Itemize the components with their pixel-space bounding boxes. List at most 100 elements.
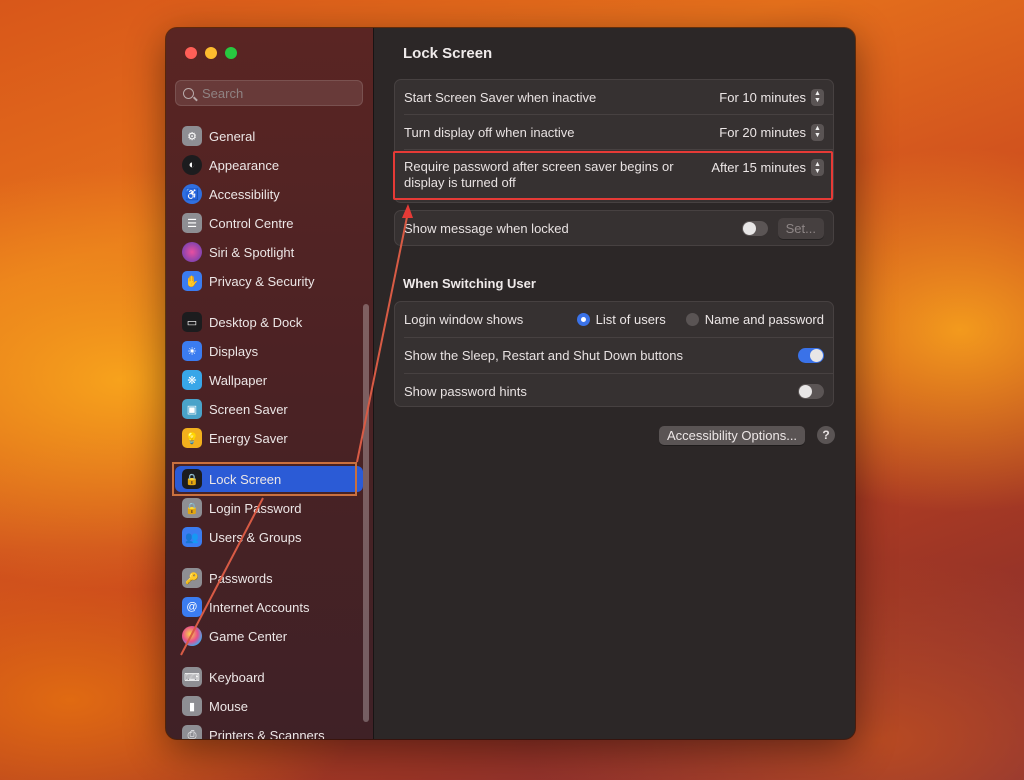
accessibility-options-button[interactable]: Accessibility Options... xyxy=(659,426,806,445)
sidebar-item-label: Mouse xyxy=(209,698,249,714)
sidebar-item-label: Login Password xyxy=(209,500,302,516)
sidebar-item-label: Screen Saver xyxy=(209,401,288,417)
users-icon: 👥 xyxy=(182,527,202,547)
sidebar-item-passwords[interactable]: 🔑 Passwords xyxy=(175,565,363,591)
setting-label: Turn display off when inactive xyxy=(404,124,575,140)
lock-icon: 🔒 xyxy=(182,498,202,518)
chevron-updown-icon: ▲ ▼ xyxy=(811,159,824,176)
sidebar-item-energy-saver[interactable]: 💡 Energy Saver xyxy=(175,425,363,451)
setting-label: Show message when locked xyxy=(404,220,569,236)
sidebar-item-label: Users & Groups xyxy=(209,529,302,545)
sidebar-item-game-center[interactable]: Game Center xyxy=(175,623,363,649)
sidebar-item-mouse[interactable]: ▮ Mouse xyxy=(175,693,363,719)
sidebar-item-printers-scanners[interactable]: ⎙ Printers & Scanners xyxy=(175,722,363,739)
key-icon: 🔑 xyxy=(182,568,202,588)
search-input[interactable] xyxy=(202,85,352,101)
sidebar-item-displays[interactable]: ☀ Displays xyxy=(175,338,363,364)
settings-window: ⚙ General ◐ Appearance ♿ Accessibility ☰… xyxy=(166,28,855,739)
hints-toggle-wrap xyxy=(798,383,824,399)
lock-screen-icon: 🔒 xyxy=(182,469,202,489)
sidebar-item-privacy-security[interactable]: ✋ Privacy & Security xyxy=(175,268,363,294)
help-button[interactable]: ? xyxy=(817,426,835,444)
radio-label: List of users xyxy=(595,312,666,327)
sidebar-item-accessibility[interactable]: ♿ Accessibility xyxy=(175,181,363,207)
sun-icon: ☀ xyxy=(182,341,202,361)
display-off-popup[interactable]: For 20 minutes ▲ ▼ xyxy=(719,123,824,141)
popup-value: For 10 minutes xyxy=(719,89,806,105)
gear-icon: ⚙ xyxy=(182,126,202,146)
sidebar-item-label: Game Center xyxy=(209,628,288,644)
radio-label: Name and password xyxy=(704,312,824,327)
radio-name-and-password[interactable] xyxy=(685,313,699,326)
password-hints-toggle[interactable] xyxy=(798,383,824,399)
search-field[interactable] xyxy=(175,80,363,106)
search-icon xyxy=(183,87,194,99)
popup-value: For 20 minutes xyxy=(719,124,806,140)
sidebar-item-label: Keyboard xyxy=(209,669,265,685)
setting-row-screen-saver: Start Screen Saver when inactive For 10 … xyxy=(395,80,833,114)
section-title: When Switching User xyxy=(403,276,536,291)
window-controls xyxy=(185,47,237,59)
login-window-options: List of users Name and password xyxy=(576,312,824,327)
sidebar-item-general[interactable]: ⚙ General xyxy=(175,123,363,149)
setting-row-sleep-buttons: Show the Sleep, Restart and Shut Down bu… xyxy=(395,338,833,373)
setting-label: Show the Sleep, Restart and Shut Down bu… xyxy=(404,348,683,363)
sidebar-item-internet-accounts[interactable]: @ Internet Accounts xyxy=(175,594,363,620)
setting-label: Login window shows xyxy=(404,312,524,327)
chevron-updown-icon: ▲ ▼ xyxy=(811,123,824,141)
wallpaper-icon: ❋ xyxy=(182,370,202,390)
sidebar-item-keyboard[interactable]: ⌨ Keyboard xyxy=(175,664,363,690)
bulb-icon: 💡 xyxy=(182,428,202,448)
sleep-toggle-wrap xyxy=(798,348,824,363)
sidebar-item-label: Siri & Spotlight xyxy=(209,244,295,260)
lock-settings-group: Start Screen Saver when inactive For 10 … xyxy=(394,79,834,203)
main-pane: Lock Screen Start Screen Saver when inac… xyxy=(374,28,855,739)
hand-icon: ✋ xyxy=(182,271,202,291)
sleep-buttons-toggle[interactable] xyxy=(798,348,824,363)
message-toggle[interactable] xyxy=(741,220,768,236)
accessibility-icon: ♿ xyxy=(182,184,202,204)
sidebar-item-label: Energy Saver xyxy=(209,430,288,446)
sidebar-item-screen-saver[interactable]: ▣ Screen Saver xyxy=(175,396,363,422)
appearance-icon: ◐ xyxy=(182,155,202,175)
setting-row-login-window: Login window shows List of users Name an… xyxy=(395,302,833,337)
setting-row-message: Show message when locked Set... xyxy=(395,211,833,245)
mouse-icon: ▮ xyxy=(182,696,202,716)
screen-saver-popup[interactable]: For 10 minutes ▲ ▼ xyxy=(719,88,824,106)
sidebar-item-label: Appearance xyxy=(209,157,280,173)
require-password-popup[interactable]: After 15 minutes ▲ ▼ xyxy=(711,159,824,176)
sidebar-item-users-groups[interactable]: 👥 Users & Groups xyxy=(175,524,363,550)
keyboard-icon: ⌨ xyxy=(182,667,202,687)
sidebar-item-wallpaper[interactable]: ❋ Wallpaper xyxy=(175,367,363,393)
minimize-window-button[interactable] xyxy=(205,47,217,59)
radio-list-of-users[interactable] xyxy=(576,313,590,326)
sidebar-item-siri-spotlight[interactable]: Siri & Spotlight xyxy=(175,239,363,265)
zoom-window-button[interactable] xyxy=(225,47,237,59)
set-message-button[interactable]: Set... xyxy=(777,217,824,239)
chevron-updown-icon: ▲ ▼ xyxy=(811,88,824,106)
sidebar-item-label: Lock Screen xyxy=(209,471,282,487)
close-window-button[interactable] xyxy=(185,47,197,59)
sidebar-item-appearance[interactable]: ◐ Appearance xyxy=(175,152,363,178)
message-controls: Set... xyxy=(741,217,824,239)
sidebar-item-label: Passwords xyxy=(209,570,273,586)
setting-row-display-off: Turn display off when inactive For 20 mi… xyxy=(395,115,833,149)
sidebar-item-label: Displays xyxy=(209,343,259,359)
sidebar-item-label: General xyxy=(209,128,256,144)
at-icon: @ xyxy=(182,597,202,617)
sidebar-item-label: Printers & Scanners xyxy=(209,727,325,740)
sidebar-item-label: Desktop & Dock xyxy=(209,314,303,330)
sidebar-item-login-password[interactable]: 🔒 Login Password xyxy=(175,495,363,521)
page-title: Lock Screen xyxy=(403,45,493,62)
setting-label: Require password after screen saver begi… xyxy=(404,159,674,190)
sidebar-item-control-centre[interactable]: ☰ Control Centre xyxy=(175,210,363,236)
screen-saver-icon: ▣ xyxy=(182,399,202,419)
setting-label: Start Screen Saver when inactive xyxy=(404,89,597,105)
sidebar-item-desktop-dock[interactable]: ▭ Desktop & Dock xyxy=(175,309,363,335)
popup-value: After 15 minutes xyxy=(711,160,806,175)
sidebar-item-label: Control Centre xyxy=(209,215,294,231)
sidebar-scrollbar[interactable] xyxy=(363,304,369,722)
sidebar: ⚙ General ◐ Appearance ♿ Accessibility ☰… xyxy=(166,28,374,739)
sidebar-item-lock-screen[interactable]: 🔒 Lock Screen xyxy=(175,466,363,492)
setting-row-require-password: Require password after screen saver begi… xyxy=(395,150,833,202)
